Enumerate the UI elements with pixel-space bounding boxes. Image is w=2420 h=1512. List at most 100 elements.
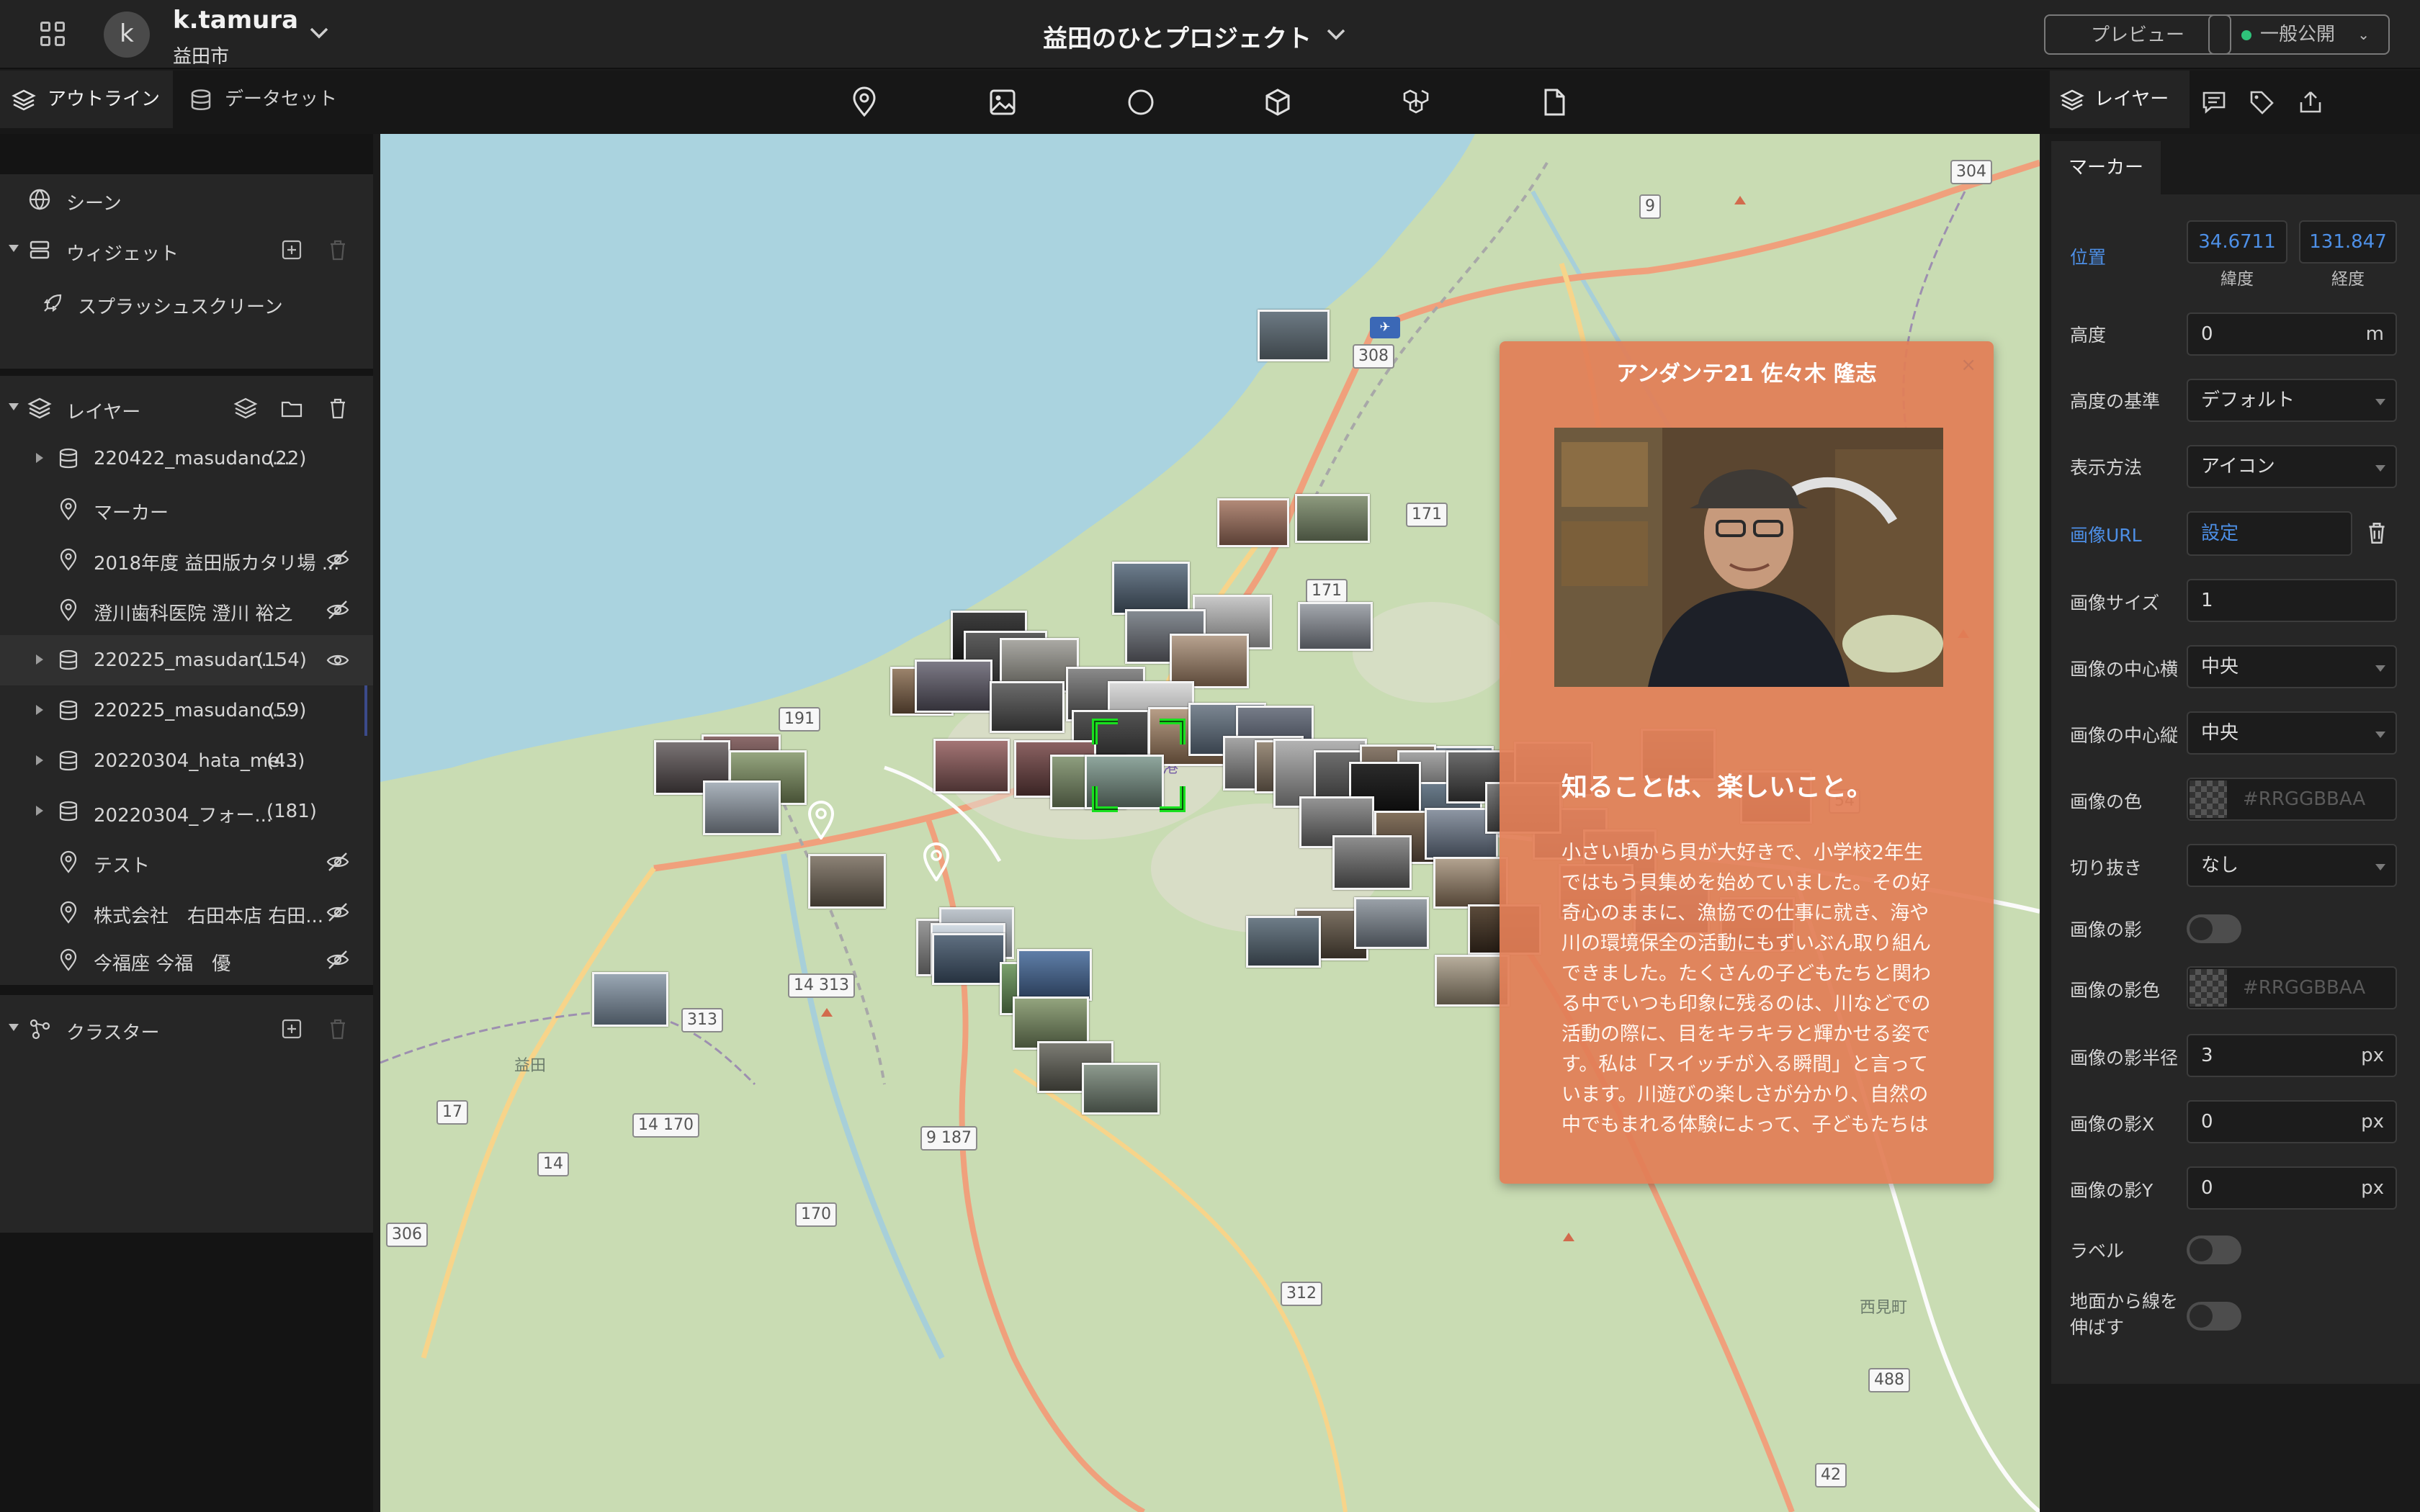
photo-marker[interactable]	[1433, 857, 1508, 909]
caret-down-icon[interactable]	[9, 1024, 19, 1031]
photo-marker[interactable]	[1435, 955, 1510, 1007]
layer-item[interactable]: 2018年度 益田版カタリ場 ...	[0, 534, 373, 585]
eye-off-icon[interactable]	[326, 900, 350, 924]
photo-marker[interactable]	[1217, 498, 1289, 547]
map-canvas[interactable]: 9 304 308 171 171 191 54 14 313 313 17 1…	[380, 134, 2040, 1512]
crop-select[interactable]: なし	[2187, 844, 2397, 887]
layer-item[interactable]: マーカー	[0, 484, 373, 534]
center-y-select[interactable]: 中央	[2187, 711, 2397, 755]
layer-item[interactable]: 20220304_hata_me... (43)	[0, 736, 373, 786]
tab-layer[interactable]: レイヤー	[2050, 71, 2190, 128]
tab-marker[interactable]: マーカー	[2051, 141, 2161, 194]
photo-marker[interactable]	[1170, 634, 1249, 688]
scroll-indicator[interactable]	[364, 685, 367, 736]
photo-marker[interactable]	[915, 660, 992, 713]
caret-down-icon[interactable]	[9, 245, 19, 252]
layer-item[interactable]: 澄川歯科医院 澄川 裕之	[0, 585, 373, 635]
photo-marker[interactable]	[1332, 835, 1412, 890]
add-icon[interactable]	[279, 238, 304, 262]
preview-button[interactable]: プレビュー	[2044, 14, 2231, 55]
photo-marker[interactable]	[808, 854, 886, 909]
color-swatch-icon[interactable]	[2190, 969, 2227, 1007]
layer-item[interactable]: 220422_masudano... (22)	[0, 433, 373, 484]
caret-down-icon[interactable]	[9, 403, 19, 410]
eye-off-icon[interactable]	[326, 948, 350, 972]
circle-tool-icon[interactable]	[1125, 86, 1157, 118]
eye-off-icon[interactable]	[326, 850, 350, 874]
shadow-radius-input[interactable]: 3 px	[2187, 1034, 2397, 1077]
longitude-input[interactable]: 131.847	[2299, 220, 2397, 264]
widget-item[interactable]: ウィジェット	[0, 225, 373, 275]
file-tool-icon[interactable]	[1538, 86, 1570, 118]
label-toggle[interactable]	[2187, 1236, 2241, 1264]
shadow-toggle[interactable]	[2187, 914, 2241, 943]
layer-item[interactable]: 220225_masudano... (59)	[0, 685, 373, 736]
layer-item[interactable]: 今福座 今福 優	[0, 935, 373, 985]
add-icon[interactable]	[279, 1017, 304, 1041]
photo-marker[interactable]	[932, 933, 1005, 985]
scene-item[interactable]: シーン	[0, 174, 373, 225]
publish-button[interactable]: 一般公開 ⌄	[2208, 14, 2390, 55]
photo-marker[interactable]	[990, 681, 1065, 733]
splash-item[interactable]: スプラッシュスクリーン	[0, 278, 373, 328]
photo-marker[interactable]	[1354, 897, 1429, 949]
extrude-toggle[interactable]	[2187, 1302, 2241, 1331]
user-name[interactable]: k.tamura	[173, 6, 298, 35]
image-size-input[interactable]: 1	[2187, 579, 2397, 622]
height-ref-select[interactable]: デフォルト	[2187, 379, 2397, 422]
photo-marker[interactable]	[1295, 494, 1370, 543]
eye-off-icon[interactable]	[326, 547, 350, 572]
folder-icon[interactable]	[279, 396, 304, 420]
tab-outline[interactable]: アウトライン	[0, 71, 173, 128]
color-swatch-icon[interactable]	[2190, 780, 2227, 818]
layer-item[interactable]: 220225_masudan... (154)	[0, 635, 373, 685]
photo-marker[interactable]	[1017, 949, 1092, 1001]
comment-icon[interactable]	[2200, 88, 2228, 117]
shadow-color-input[interactable]: #RRGGBBAA	[2187, 966, 2397, 1009]
height-input[interactable]: 0 m	[2187, 312, 2397, 356]
photo-marker[interactable]	[1112, 562, 1190, 615]
photo-marker[interactable]	[703, 780, 781, 835]
map-pin-icon[interactable]	[922, 841, 951, 881]
photo-marker[interactable]	[1258, 310, 1330, 361]
caret-right-icon[interactable]	[36, 654, 43, 665]
shadow-y-input[interactable]: 0 px	[2187, 1166, 2397, 1210]
image-url-button[interactable]: 設定	[2187, 511, 2352, 556]
share-icon[interactable]	[2296, 88, 2325, 117]
photo-marker[interactable]	[933, 739, 1010, 793]
layer-item[interactable]: テスト	[0, 837, 373, 887]
caret-right-icon[interactable]	[36, 705, 43, 715]
image-tool-icon[interactable]	[987, 86, 1018, 118]
trash-icon[interactable]	[2364, 520, 2390, 546]
box-tool-icon[interactable]	[1262, 86, 1294, 118]
layer-item[interactable]: 株式会社 右田本店 右田...	[0, 887, 373, 937]
display-select[interactable]: アイコン	[2187, 445, 2397, 488]
latitude-input[interactable]: 34.6711	[2187, 220, 2287, 264]
eye-off-icon[interactable]	[326, 598, 350, 622]
photo-marker[interactable]	[592, 972, 668, 1027]
chevron-down-icon[interactable]	[307, 20, 331, 45]
apps-grid-icon[interactable]	[40, 22, 66, 48]
eye-icon[interactable]	[326, 648, 350, 672]
map-pin-icon[interactable]	[807, 799, 835, 840]
cluster-tool-icon[interactable]	[1400, 86, 1432, 118]
add-layer-icon[interactable]	[233, 396, 258, 420]
trash-icon[interactable]	[326, 396, 350, 420]
center-x-select[interactable]: 中央	[2187, 645, 2397, 688]
caret-right-icon[interactable]	[36, 806, 43, 816]
layer-item[interactable]: 20220304_フォー... (181)	[0, 786, 373, 837]
cluster-header[interactable]: クラスター	[0, 1004, 373, 1054]
image-color-input[interactable]: #RRGGBBAA	[2187, 778, 2397, 821]
photo-marker[interactable]	[1298, 602, 1373, 651]
layers-header[interactable]: レイヤー	[0, 383, 373, 433]
caret-right-icon[interactable]	[36, 755, 43, 765]
photo-marker[interactable]	[1246, 916, 1321, 968]
avatar[interactable]: k	[104, 12, 150, 58]
marker-tool-icon[interactable]	[848, 86, 880, 118]
chevron-down-icon[interactable]	[1324, 22, 1348, 46]
tab-dataset[interactable]: データセット	[180, 71, 346, 128]
tag-icon[interactable]	[2247, 88, 2276, 117]
close-icon[interactable]: ×	[1960, 354, 1976, 376]
shadow-x-input[interactable]: 0 px	[2187, 1100, 2397, 1143]
photo-marker[interactable]	[1082, 1063, 1160, 1115]
